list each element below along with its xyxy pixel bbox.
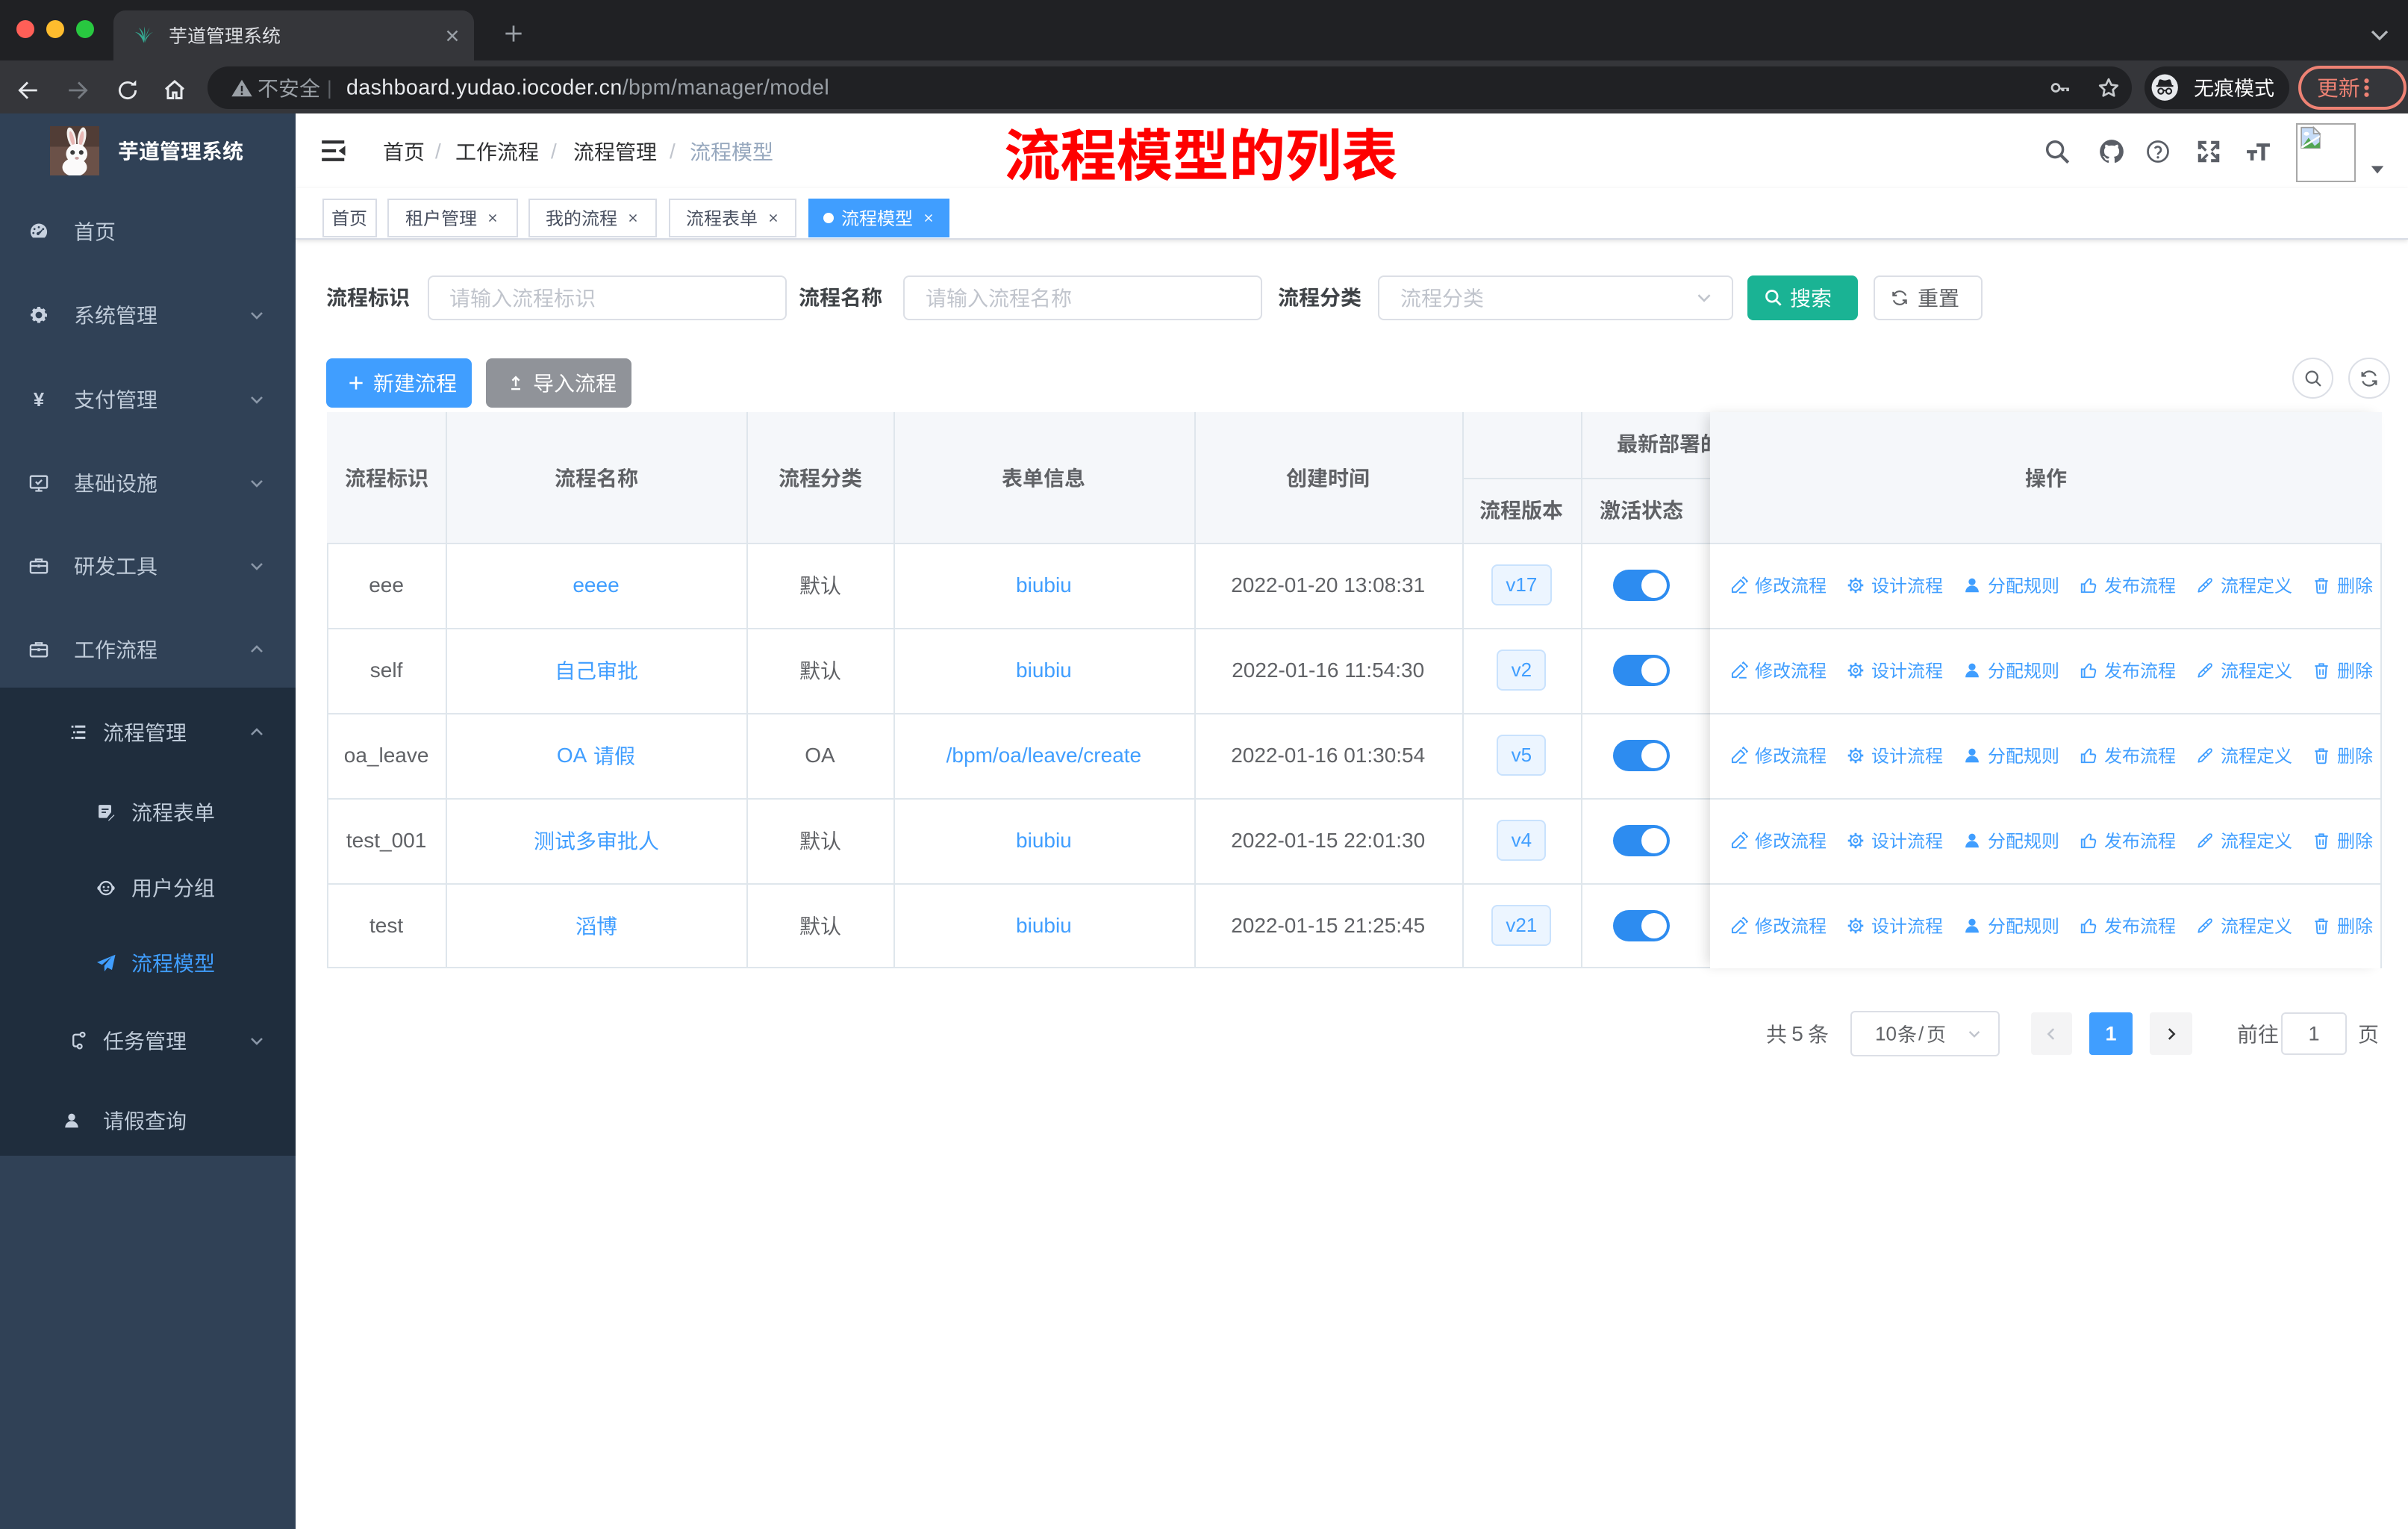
svg-text:¥: ¥: [34, 390, 45, 410]
